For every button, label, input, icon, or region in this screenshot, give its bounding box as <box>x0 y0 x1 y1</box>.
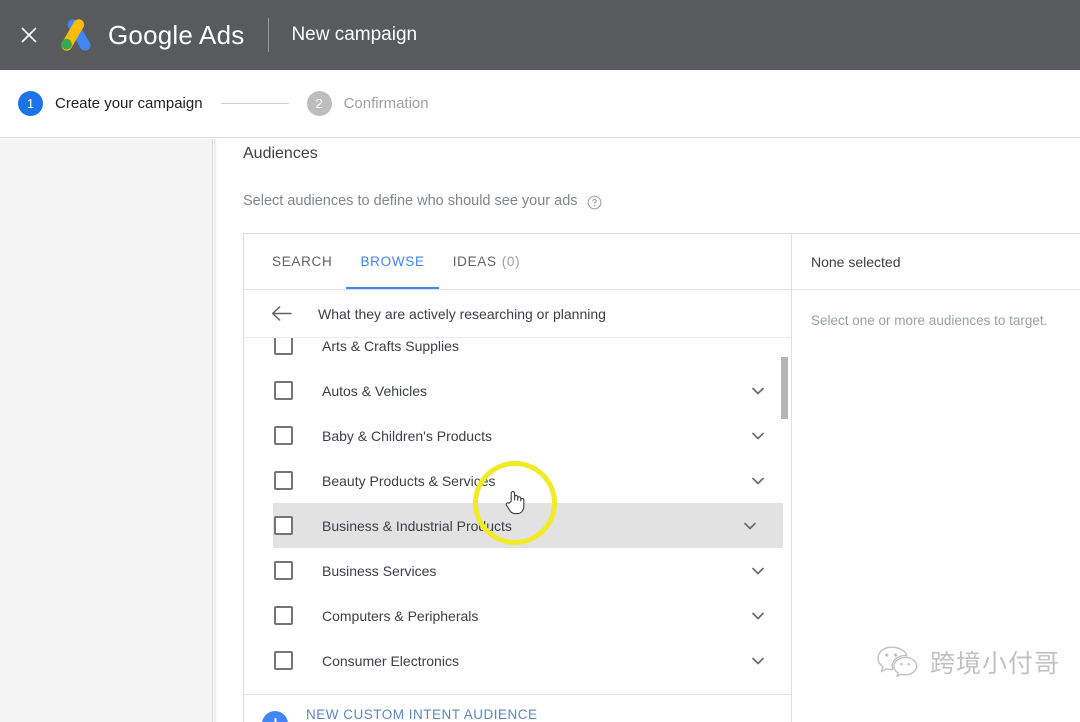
tab-search[interactable]: SEARCH <box>258 234 346 289</box>
chevron-down-icon[interactable] <box>739 515 761 537</box>
close-button[interactable] <box>8 14 50 56</box>
help-circle-icon[interactable] <box>587 195 602 210</box>
app-header: Google Ads New campaign <box>0 0 1080 70</box>
audience-row-label: Consumer Electronics <box>322 652 459 669</box>
step-1-label: Create your campaign <box>55 95 203 112</box>
audience-list-row[interactable]: Arts & Crafts Supplies <box>244 338 791 368</box>
page-title: Audiences <box>243 145 318 162</box>
step-2-label: Confirmation <box>343 95 429 112</box>
left-sidebar <box>0 139 213 722</box>
audience-checkbox[interactable] <box>274 651 293 670</box>
breadcrumb-label: What they are actively researching or pl… <box>318 305 606 322</box>
audience-checkbox[interactable] <box>274 606 293 625</box>
audience-browser-pane: SEARCH BROWSE IDEAS (0) What they are ac… <box>244 234 792 722</box>
back-button[interactable] <box>270 303 292 325</box>
audience-row-label: Baby & Children's Products <box>322 427 492 444</box>
audience-row-label: Beauty Products & Services <box>322 472 496 489</box>
step-2[interactable]: 2 Confirmation <box>306 91 429 116</box>
arrow-left-icon <box>271 306 292 321</box>
breadcrumb: What they are actively researching or pl… <box>244 290 791 338</box>
audience-picker-card: SEARCH BROWSE IDEAS (0) What they are ac… <box>243 233 1080 722</box>
header-divider <box>268 18 270 52</box>
audience-tabs: SEARCH BROWSE IDEAS (0) <box>244 234 791 290</box>
main-content: Audiences Select audiences to define who… <box>217 139 1080 722</box>
campaign-stepper: 1 Create your campaign 2 Confirmation <box>0 70 1080 138</box>
audience-row-label: Arts & Crafts Supplies <box>322 338 459 354</box>
audience-checkbox[interactable] <box>274 381 293 400</box>
google-ads-logo-icon <box>56 18 96 52</box>
audience-row-label: Business Services <box>322 562 437 579</box>
brand-title: Google Ads <box>108 19 245 50</box>
new-custom-intent-audience-link[interactable]: NEW CUSTOM INTENT AUDIENCE <box>306 706 555 722</box>
plus-circle-icon[interactable] <box>262 710 288 722</box>
tab-search-label: SEARCH <box>272 254 333 269</box>
step-connector <box>220 103 289 104</box>
step-2-badge: 2 <box>306 91 332 116</box>
audience-checkbox[interactable] <box>274 338 293 355</box>
list-scrollbar-thumb[interactable] <box>781 357 788 419</box>
audience-list-row[interactable]: Consumer Electronics <box>244 638 791 683</box>
audience-row-label: Autos & Vehicles <box>322 382 428 399</box>
section-description: Select audiences to define who should se… <box>243 193 602 209</box>
new-custom-intent-audience-row[interactable]: NEW CUSTOM INTENT AUDIENCE Use keywords … <box>244 694 791 722</box>
audience-list-row[interactable]: Computers & Peripherals <box>244 593 791 638</box>
chevron-down-icon[interactable] <box>747 560 769 582</box>
audience-list-row[interactable]: Beauty Products & Services <box>244 458 791 503</box>
audience-checkbox[interactable] <box>274 516 293 535</box>
chevron-down-icon[interactable] <box>747 650 769 672</box>
selection-panel-empty-text: Select one or more audiences to target. <box>811 313 1048 328</box>
audience-list-row[interactable]: Business & Industrial Products <box>273 503 783 548</box>
tab-browse-label: BROWSE <box>360 254 425 269</box>
tab-ideas[interactable]: IDEAS (0) <box>439 234 535 289</box>
section-description-text: Select audiences to define who should se… <box>243 193 578 209</box>
close-icon <box>21 27 37 43</box>
chevron-down-icon[interactable] <box>747 425 769 447</box>
tab-ideas-count: (0) <box>501 254 521 269</box>
chevron-down-icon[interactable] <box>747 380 769 402</box>
audience-row-label: Business & Industrial Products <box>322 517 512 534</box>
tab-ideas-label: IDEAS <box>452 254 497 269</box>
page-subtitle: New campaign <box>291 24 418 45</box>
audience-list-row[interactable]: Baby & Children's Products <box>244 413 791 458</box>
tab-browse[interactable]: BROWSE <box>346 234 439 289</box>
audience-checkbox[interactable] <box>274 561 293 580</box>
step-1[interactable]: 1 Create your campaign <box>18 91 203 116</box>
audience-row-label: Computers & Peripherals <box>322 607 479 624</box>
selection-panel: None selected Select one or more audienc… <box>792 234 1080 722</box>
audience-list-row[interactable]: Autos & Vehicles <box>244 368 791 413</box>
chevron-down-icon[interactable] <box>747 605 769 627</box>
screen-root: Google Ads New campaign 1 Create your ca… <box>0 0 1080 722</box>
step-1-badge: 1 <box>18 91 43 116</box>
chevron-down-icon[interactable] <box>747 470 769 492</box>
footer-text-group: NEW CUSTOM INTENT AUDIENCE Use keywords … <box>306 706 555 722</box>
audience-list-row[interactable]: Business Services <box>244 548 791 593</box>
audience-checkbox[interactable] <box>274 471 293 490</box>
audience-checkbox[interactable] <box>274 426 293 445</box>
audience-list[interactable]: Arts & Crafts Supplies Autos & Vehicles Ba… <box>244 338 791 694</box>
selection-panel-heading: None selected <box>792 234 1080 290</box>
list-scrollbar-track[interactable] <box>781 338 788 694</box>
